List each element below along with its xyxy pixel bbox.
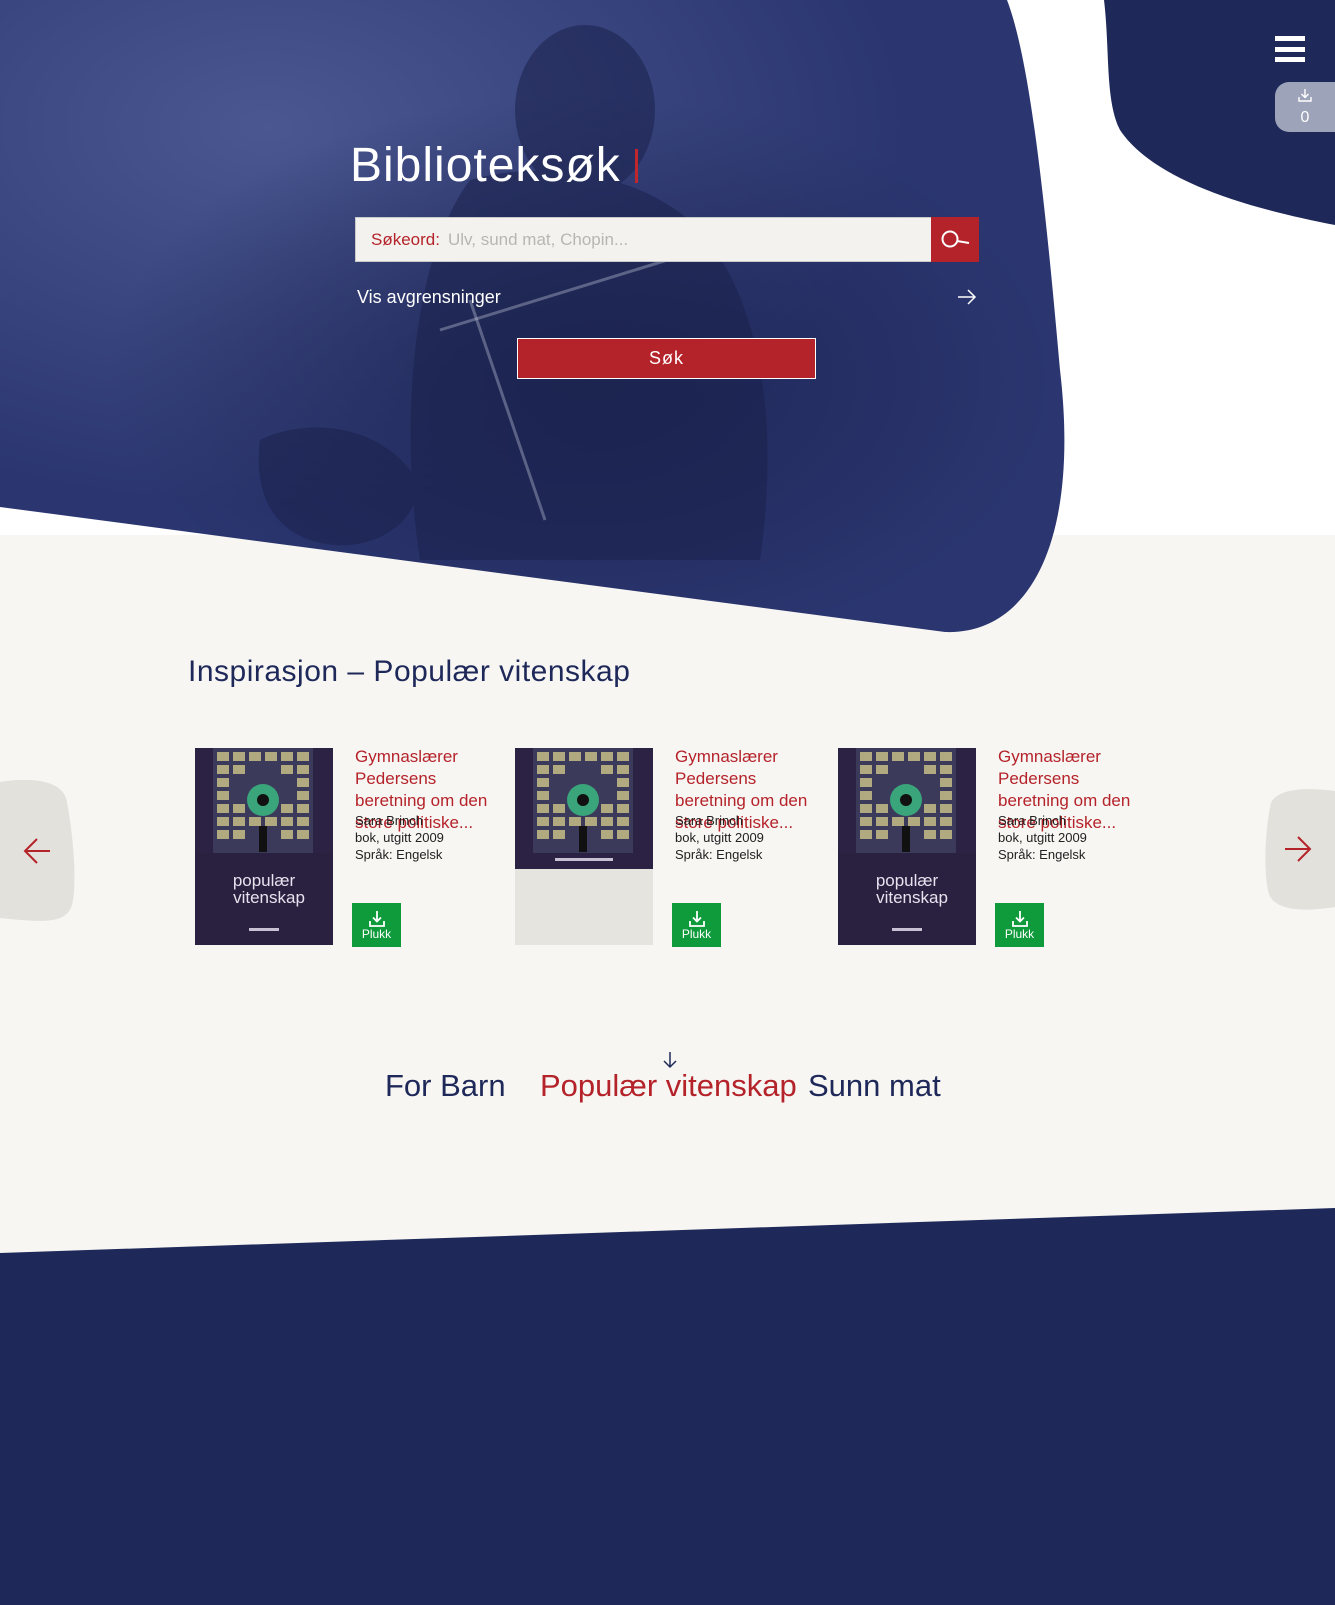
carousel-next-button[interactable] xyxy=(1259,789,1335,913)
tab-populaer-vitenskap[interactable]: Populær vitenskap xyxy=(540,1068,797,1104)
download-icon xyxy=(1011,910,1028,927)
book-type: bok, utgitt 2009 xyxy=(675,830,764,845)
book-cover-image: populær vitenskap xyxy=(838,748,976,945)
plukk-label: Plukk xyxy=(681,926,712,941)
category-tabs: For Barn Populær vitenskap Sunn mat xyxy=(0,1068,1335,1108)
book-type: bok, utgitt 2009 xyxy=(355,830,444,845)
download-icon xyxy=(688,910,705,927)
cover-title-line-2: vitenskap xyxy=(876,888,948,907)
tab-sunn-mat[interactable]: Sunn mat xyxy=(808,1068,941,1104)
plukk-label: Plukk xyxy=(1004,926,1035,941)
show-filters-toggle[interactable]: Vis avgrensninger xyxy=(357,282,977,312)
book-language: Språk: Engelsk xyxy=(998,847,1086,862)
plukk-button[interactable]: Plukk xyxy=(352,903,401,947)
download-icon xyxy=(1298,89,1312,102)
tab-for-barn[interactable]: For Barn xyxy=(385,1068,506,1104)
book-card[interactable]: Gymnaslærer Pedersens beretning om den s… xyxy=(515,747,821,948)
book-author: Sara Brinch xyxy=(355,813,423,828)
menu-button[interactable] xyxy=(1275,36,1305,62)
book-meta: Sara Brinch bok, utgitt 2009 Språk: Enge… xyxy=(675,812,764,863)
cover-title-line-2: vitenskap xyxy=(233,888,305,907)
plukk-button[interactable]: Plukk xyxy=(672,903,721,947)
filter-label: Vis avgrensninger xyxy=(357,286,501,307)
book-cover[interactable]: populær vitenskap xyxy=(838,748,976,945)
book-language: Språk: Engelsk xyxy=(355,847,443,862)
carousel-prev-button[interactable] xyxy=(0,780,76,922)
book-meta: Sara Brinch bok, utgitt 2009 Språk: Enge… xyxy=(355,812,444,863)
cart-count: 0 xyxy=(1300,109,1310,126)
book-cover-image xyxy=(515,748,653,869)
book-cover-image: populær vitenskap xyxy=(195,748,333,945)
search-label: Søkeord: xyxy=(371,229,440,249)
page-title-text: Biblioteksøk xyxy=(350,139,621,192)
download-icon xyxy=(368,910,385,927)
search-button[interactable] xyxy=(931,217,979,262)
title-cursor xyxy=(634,149,638,183)
search-input[interactable] xyxy=(439,218,931,261)
submit-search-button[interactable]: Søk xyxy=(517,338,816,379)
download-cart[interactable]: 0 xyxy=(1275,82,1335,132)
book-card[interactable]: populær vitenskap Gymnaslærer Pedersens … xyxy=(195,747,501,948)
plukk-button[interactable]: Plukk xyxy=(995,903,1044,947)
arrow-down-icon xyxy=(663,1052,677,1069)
plukk-label: Plukk xyxy=(361,926,392,941)
book-language: Språk: Engelsk xyxy=(675,847,763,862)
book-meta: Sara Brinch bok, utgitt 2009 Språk: Enge… xyxy=(998,812,1087,863)
book-card[interactable]: populær vitenskap Gymnaslærer Pedersens … xyxy=(838,747,1144,948)
hamburger-icon xyxy=(1275,36,1305,41)
arrow-right-icon xyxy=(958,289,977,305)
book-type: bok, utgitt 2009 xyxy=(998,830,1087,845)
search-box: Søkeord: xyxy=(355,217,979,262)
section-heading: Inspirasjon – Populær vitenskap xyxy=(188,655,631,688)
book-author: Sara Brinch xyxy=(998,813,1066,828)
page-title: Biblioteksøk xyxy=(350,138,638,193)
search-icon xyxy=(941,230,970,247)
book-cover[interactable]: populær vitenskap xyxy=(195,748,333,945)
book-cover[interactable] xyxy=(515,748,653,945)
book-author: Sara Brinch xyxy=(675,813,743,828)
footer-band xyxy=(0,1208,1335,1605)
